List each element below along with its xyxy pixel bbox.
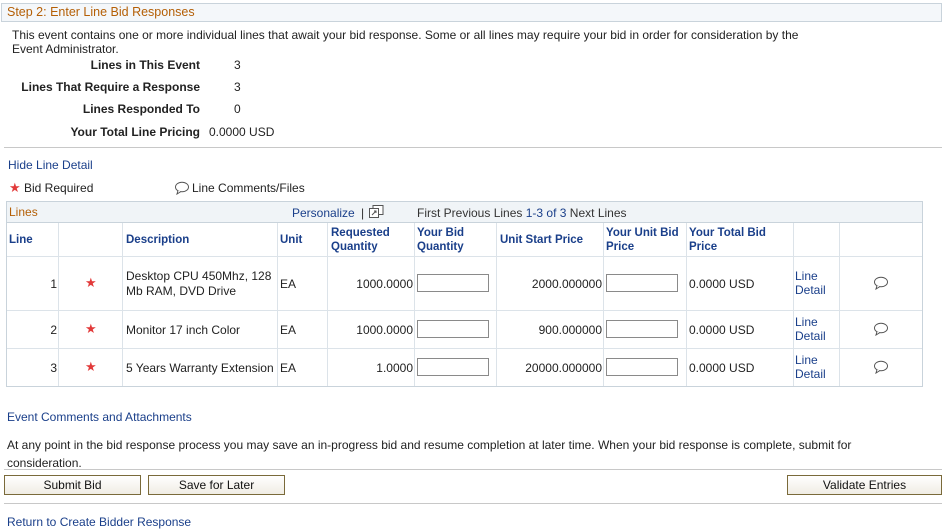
grid-row-divider — [7, 348, 922, 349]
grid-zoom-icon[interactable] — [369, 205, 384, 218]
validate-entries-button[interactable]: Validate Entries — [787, 475, 942, 495]
comment-bubble-icon — [175, 181, 189, 195]
divider — [4, 147, 942, 148]
section-title: Step 2: Enter Line Bid Responses — [7, 5, 195, 19]
grid-col-divider — [686, 223, 687, 386]
row-3-description: 5 Years Warranty Extension — [126, 361, 274, 375]
row-2-comment-icon[interactable] — [873, 322, 889, 336]
grid-row-divider — [7, 256, 922, 257]
row-2-bid-required-star-icon: ★ — [85, 321, 97, 336]
col-header-unit[interactable]: Unit — [280, 233, 302, 247]
grid-col-divider — [603, 223, 604, 386]
row-3-total-bid-price: 0.0000 USD — [689, 361, 755, 375]
grid-navigation: First Previous Lines 1-3 of 3 Next Lines — [417, 206, 627, 220]
row-2-description: Monitor 17 inch Color — [126, 323, 241, 337]
grid-row-divider — [7, 310, 922, 311]
row-3-unit-bid-price-input[interactable] — [606, 358, 678, 376]
grid-col-divider — [414, 223, 415, 386]
summary-value-total-line-pricing: 0.0000 USD — [209, 125, 275, 139]
save-note: At any point in the bid response process… — [7, 438, 852, 470]
nav-next: Next — [569, 206, 595, 220]
submit-bid-button[interactable]: Submit Bid — [4, 475, 141, 495]
intro-text: This event contains one or more individu… — [12, 28, 799, 56]
col-header-line[interactable]: Line — [9, 233, 33, 247]
nav-first: First — [417, 206, 441, 220]
row-3-requested-quantity: 1.0000 — [376, 361, 413, 375]
row-2-line-detail-link[interactable]: Line Detail — [795, 315, 835, 343]
row-2-requested-quantity: 1000.0000 — [356, 323, 413, 337]
summary-value-lines-responded: 0 — [234, 102, 241, 116]
summary-label-lines-responded: Lines Responded To — [82, 102, 200, 116]
row-2-unit-start-price: 900.000000 — [538, 323, 602, 337]
grid-col-divider — [793, 223, 794, 386]
summary-label-total-line-pricing: Your Total Line Pricing — [70, 125, 200, 139]
row-3-unit-start-price: 20000.000000 — [525, 361, 602, 375]
col-header-requested-quantity[interactable]: Requested Quantity — [331, 226, 411, 254]
divider — [4, 469, 942, 470]
row-2-unit-bid-price-input[interactable] — [606, 320, 678, 338]
nav-previous: Previous — [443, 206, 491, 220]
nav-lines-label: Lines — [493, 206, 523, 220]
row-1-unit-start-price: 2000.000000 — [531, 277, 602, 291]
col-header-unit-start-price[interactable]: Unit Start Price — [500, 233, 583, 247]
row-2-bid-quantity-input[interactable] — [417, 320, 489, 338]
bid-required-star-icon: ★ — [9, 180, 21, 195]
row-1-bid-required-star-icon: ★ — [85, 275, 97, 290]
row-3-line: 3 — [50, 361, 57, 375]
row-1-requested-quantity: 1000.0000 — [356, 277, 413, 291]
row-2-line: 2 — [50, 323, 57, 337]
legend-line-comments: Line Comments/Files — [192, 181, 305, 195]
row-2-total-bid-price: 0.0000 USD — [689, 323, 755, 337]
return-link[interactable]: Return to Create Bidder Response — [7, 515, 191, 529]
row-1-bid-quantity-input[interactable] — [417, 274, 489, 292]
grid-col-divider — [58, 223, 59, 386]
row-3-bid-required-star-icon: ★ — [85, 359, 97, 374]
event-comments-link[interactable]: Event Comments and Attachments — [7, 410, 192, 424]
row-3-unit: EA — [280, 361, 297, 375]
row-3-comment-icon[interactable] — [873, 360, 889, 374]
row-1-comment-icon[interactable] — [873, 276, 889, 290]
col-header-your-unit-bid-price[interactable]: Your Unit Bid Price — [606, 226, 682, 254]
divider — [4, 503, 942, 504]
personalize-separator: | — [361, 206, 365, 220]
summary-value-lines-require-response: 3 — [234, 80, 241, 94]
personalize-link[interactable]: Personalize — [292, 206, 355, 220]
row-1-line-detail-link[interactable]: Line Detail — [795, 269, 835, 297]
grid-col-divider — [122, 223, 123, 386]
row-1-line: 1 — [50, 277, 57, 291]
lines-grid-title: Lines — [9, 205, 38, 219]
save-for-later-button[interactable]: Save for Later — [148, 475, 285, 495]
summary-label-lines-in-event: Lines in This Event — [90, 58, 200, 72]
nav-lines-after: Lines — [597, 206, 627, 220]
row-1-unit: EA — [280, 277, 297, 291]
grid-col-divider — [327, 223, 328, 386]
summary-label-lines-require-response: Lines That Require a Response — [21, 80, 200, 94]
row-1-unit-bid-price-input[interactable] — [606, 274, 678, 292]
row-3-line-detail-link[interactable]: Line Detail — [795, 353, 835, 381]
col-header-description[interactable]: Description — [126, 233, 189, 247]
grid-col-divider — [496, 223, 497, 386]
nav-range-link[interactable]: 1-3 of 3 — [526, 206, 567, 220]
col-header-your-total-bid-price[interactable]: Your Total Bid Price — [689, 226, 779, 254]
hide-line-detail-link[interactable]: Hide Line Detail — [8, 158, 93, 172]
row-1-total-bid-price: 0.0000 USD — [689, 277, 755, 291]
col-header-your-bid-quantity[interactable]: Your Bid Quantity — [417, 226, 487, 254]
row-2-unit: EA — [280, 323, 297, 337]
legend-bid-required: Bid Required — [24, 181, 94, 195]
summary-value-lines-in-event: 3 — [234, 58, 241, 72]
row-3-bid-quantity-input[interactable] — [417, 358, 489, 376]
grid-col-divider — [839, 223, 840, 386]
row-1-description: Desktop CPU 450Mhz, 128 Mb RAM, DVD Driv… — [126, 269, 272, 298]
